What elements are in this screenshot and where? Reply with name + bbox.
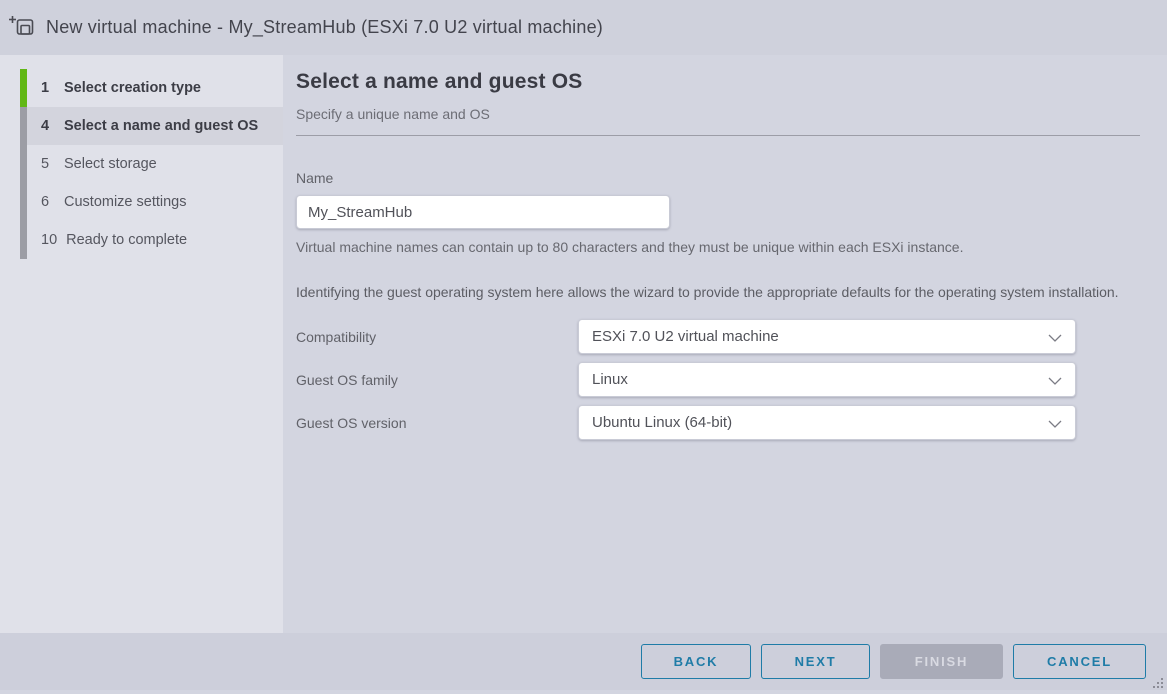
step-number: 10 <box>41 232 57 248</box>
chevron-down-icon <box>1048 377 1062 385</box>
name-field-label: Name <box>296 170 1140 186</box>
wizard-step-customize-settings[interactable]: 6 Customize settings <box>20 183 283 221</box>
step-label: Customize settings <box>64 194 187 210</box>
wizard-steps-sidebar: 1 Select creation type 4 Select a name a… <box>0 55 283 633</box>
dialog-titlebar: New virtual machine - My_StreamHub (ESXi… <box>0 0 1167 55</box>
step-label: Select creation type <box>64 80 201 96</box>
step-progress-bar <box>20 183 27 221</box>
step-label: Select storage <box>64 156 157 172</box>
guest-os-version-select[interactable]: Ubuntu Linux (64-bit) <box>578 405 1076 440</box>
step-progress-bar <box>20 69 27 107</box>
guest-os-version-row: Guest OS version Ubuntu Linux (64-bit) <box>296 405 1140 440</box>
wizard-step-list: 1 Select creation type 4 Select a name a… <box>0 69 283 259</box>
chevron-down-icon <box>1048 420 1062 428</box>
step-progress-bar <box>20 145 27 183</box>
wizard-step-ready-to-complete[interactable]: 10 Ready to complete <box>20 221 283 259</box>
guest-os-family-row: Guest OS family Linux <box>296 362 1140 397</box>
new-vm-wizard-dialog: New virtual machine - My_StreamHub (ESXi… <box>0 0 1167 690</box>
step-progress-bar <box>20 107 27 145</box>
guest-os-family-value: Linux <box>592 371 628 388</box>
guest-os-version-label: Guest OS version <box>296 415 578 431</box>
guest-os-family-label: Guest OS family <box>296 372 578 388</box>
compatibility-value: ESXi 7.0 U2 virtual machine <box>592 328 779 345</box>
step-number: 5 <box>41 156 55 172</box>
new-vm-icon <box>9 15 36 40</box>
chevron-down-icon <box>1048 334 1062 342</box>
guest-os-help-text: Identifying the guest operating system h… <box>296 281 1128 303</box>
back-button[interactable]: BACK <box>641 644 751 679</box>
dialog-title: New virtual machine - My_StreamHub (ESXi… <box>46 17 603 38</box>
name-help-text: Virtual machine names can contain up to … <box>296 239 1140 255</box>
compatibility-label: Compatibility <box>296 329 578 345</box>
compatibility-select[interactable]: ESXi 7.0 U2 virtual machine <box>578 319 1076 354</box>
step-progress-bar <box>20 221 27 259</box>
wizard-page-content: Select a name and guest OS Specify a uni… <box>283 55 1167 633</box>
step-number: 4 <box>41 118 55 134</box>
guest-os-version-value: Ubuntu Linux (64-bit) <box>592 414 732 431</box>
wizard-footer: BACK NEXT FINISH CANCEL <box>0 633 1167 690</box>
next-button[interactable]: NEXT <box>761 644 870 679</box>
vm-name-input[interactable] <box>296 195 670 229</box>
guest-os-family-select[interactable]: Linux <box>578 362 1076 397</box>
cancel-button[interactable]: CANCEL <box>1013 644 1146 679</box>
page-title: Select a name and guest OS <box>296 70 1140 94</box>
resize-grip[interactable] <box>1152 676 1164 688</box>
wizard-step-select-name-guest-os[interactable]: 4 Select a name and guest OS <box>20 107 283 145</box>
page-subtitle: Specify a unique name and OS <box>296 106 1140 122</box>
wizard-step-select-storage[interactable]: 5 Select storage <box>20 145 283 183</box>
wizard-step-select-creation-type[interactable]: 1 Select creation type <box>20 69 283 107</box>
compatibility-row: Compatibility ESXi 7.0 U2 virtual machin… <box>296 319 1140 354</box>
step-label: Select a name and guest OS <box>64 118 258 134</box>
step-number: 1 <box>41 80 55 96</box>
step-label: Ready to complete <box>66 232 187 248</box>
header-divider <box>296 135 1140 136</box>
finish-button[interactable]: FINISH <box>880 644 1003 679</box>
step-number: 6 <box>41 194 55 210</box>
